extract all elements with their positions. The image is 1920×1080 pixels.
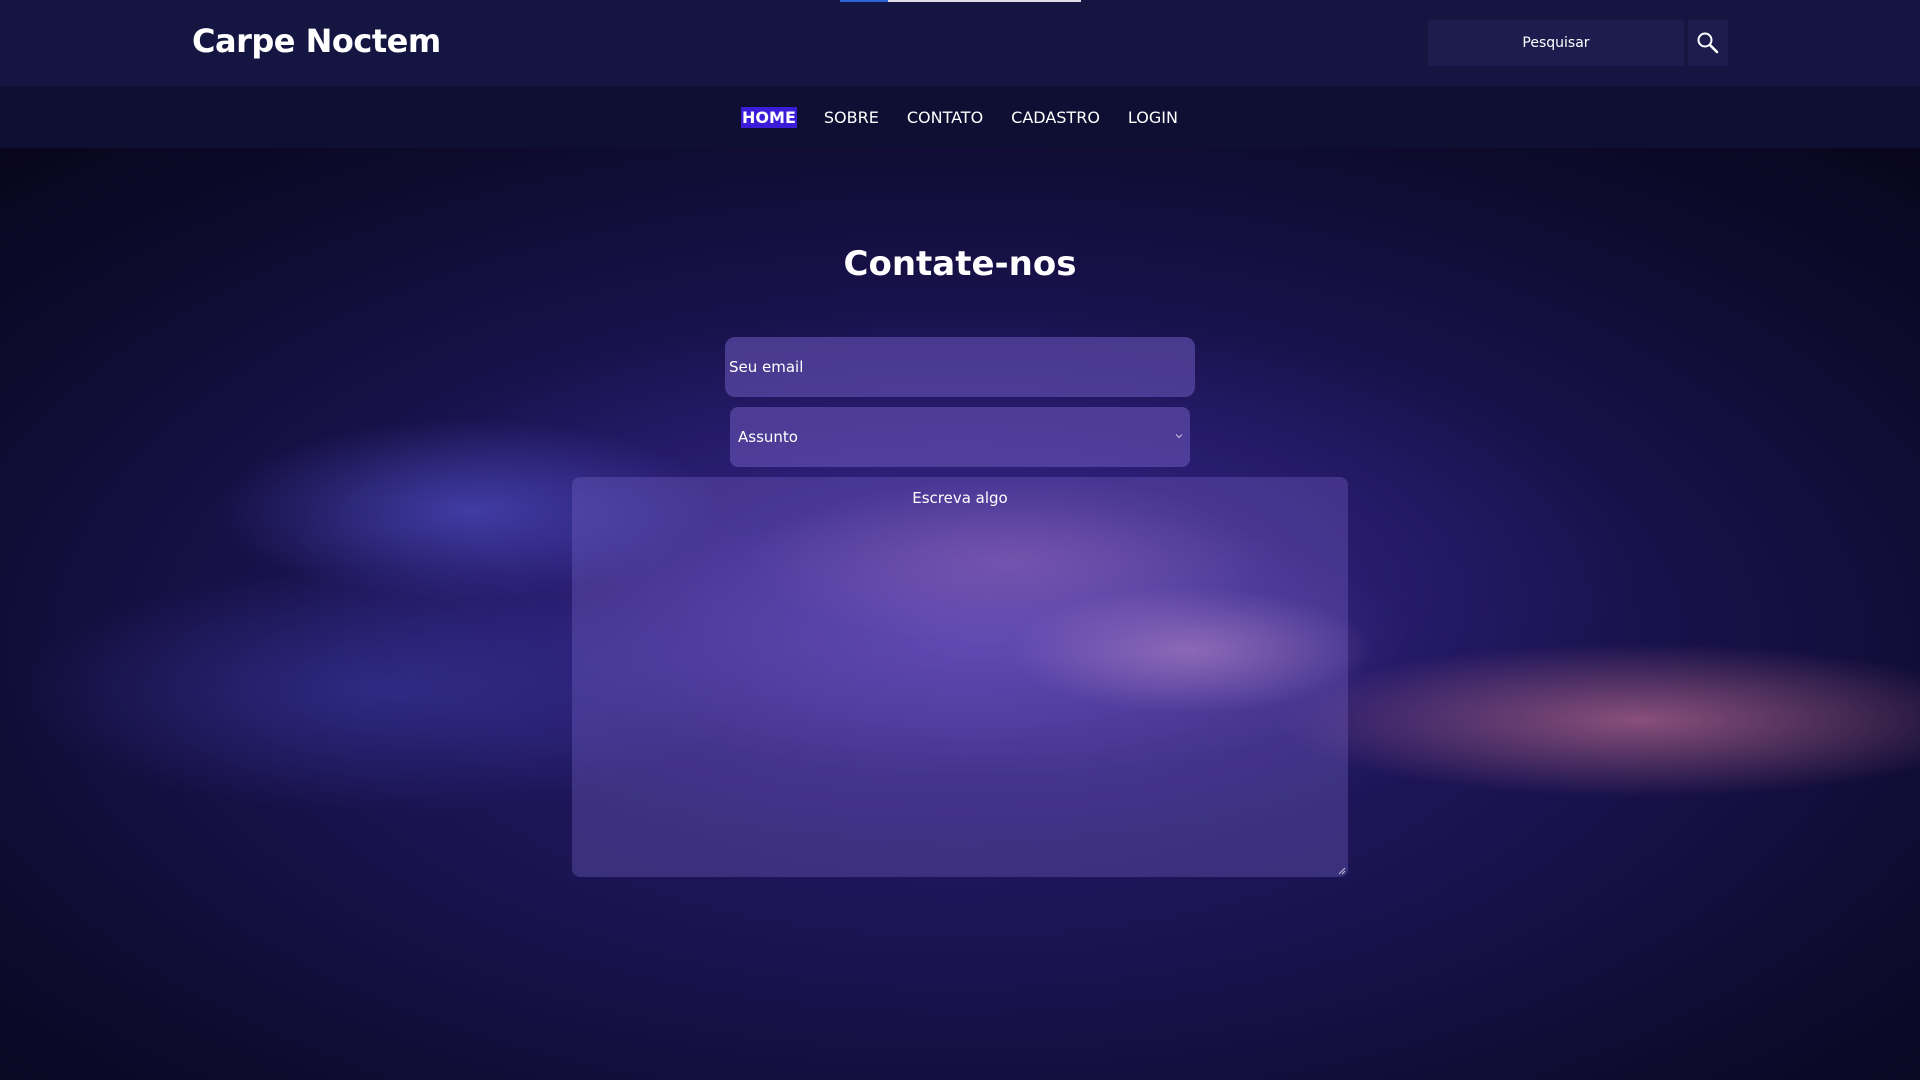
page-title: Contate-nos xyxy=(843,244,1077,284)
search-input[interactable]: Pesquisar xyxy=(1428,20,1684,66)
email-field[interactable]: Seu email xyxy=(725,337,1195,397)
contact-page: Carpe Noctem Pesquisar HOME SOBRE CONTAT… xyxy=(0,0,1920,1080)
page-loading-bar xyxy=(840,0,1081,2)
main-navigation: HOME SOBRE CONTATO CADASTRO LOGIN xyxy=(0,86,1920,148)
nav-item-cadastro[interactable]: CADASTRO xyxy=(1010,107,1101,128)
nav-item-contato[interactable]: CONTATO xyxy=(906,107,984,128)
message-placeholder: Escreva algo xyxy=(912,489,1008,507)
top-header: Carpe Noctem Pesquisar xyxy=(0,0,1920,86)
nav-item-home[interactable]: HOME xyxy=(741,106,797,128)
page-loading-bar-fill xyxy=(840,0,889,2)
nav-item-login[interactable]: LOGIN xyxy=(1127,107,1179,128)
subject-select-value: Assunto xyxy=(738,428,798,446)
site-logo-text[interactable]: Carpe Noctem xyxy=(192,22,441,60)
chevron-down-icon xyxy=(1175,434,1183,439)
nav-item-sobre[interactable]: SOBRE xyxy=(823,107,880,128)
search-icon xyxy=(1697,32,1719,54)
message-textarea[interactable]: Escreva algo xyxy=(572,477,1348,877)
resize-handle-icon[interactable] xyxy=(1336,865,1346,875)
search-button[interactable] xyxy=(1688,20,1728,66)
subject-select[interactable]: Assunto xyxy=(730,407,1190,467)
